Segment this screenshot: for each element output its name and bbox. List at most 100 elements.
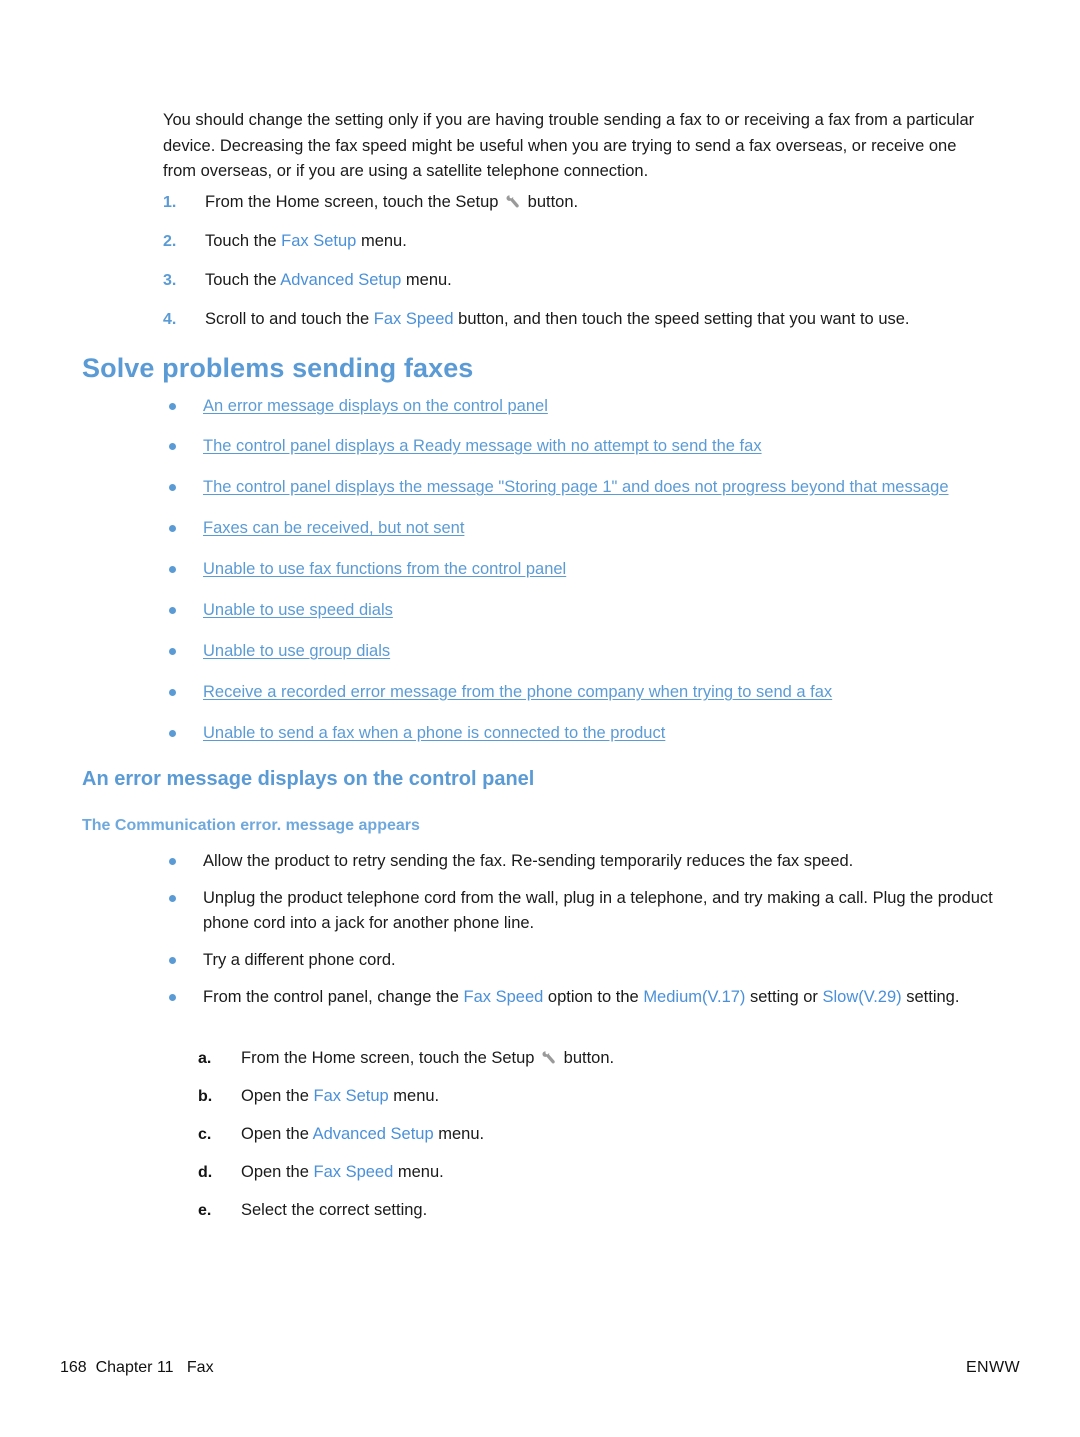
step-text-post: button, and then touch the speed setting… (453, 310, 910, 328)
substep-marker: a. (198, 1050, 212, 1067)
bullet-icon (169, 689, 176, 696)
ui-term-slow-v29: Slow(V.29) (822, 988, 902, 1006)
footer-locale-label: ENWW (965, 1359, 1020, 1376)
substep-marker: c. (198, 1126, 212, 1143)
top-numbered-list: 1. From the Home screen, touch the Setup… (163, 190, 993, 332)
bullet-icon (169, 648, 176, 655)
substep-b: b. Open the Fax Setup menu. (198, 1084, 993, 1109)
step-1: 1. From the Home screen, touch the Setup… (163, 190, 993, 215)
remedy-text-pre: From the control panel, change the (203, 988, 464, 1006)
step-marker: 2. (163, 233, 177, 250)
list-item: Unplug the product telephone cord from t… (163, 886, 993, 936)
step-marker: 4. (163, 311, 177, 328)
footer-chapter-label: 168 Chapter 11 Fax (60, 1359, 214, 1376)
list-item: Unable to use speed dials (163, 598, 993, 623)
ui-term-fax-speed: Fax Speed (463, 988, 544, 1006)
step-2: 2. Touch the Fax Setup menu. (163, 229, 993, 254)
bullet-icon (169, 566, 176, 573)
bullet-icon (169, 957, 176, 964)
substep-text-post: button. (559, 1049, 615, 1067)
step-marker: 1. (163, 194, 177, 211)
intro-paragraph: You should change the setting only if yo… (163, 111, 975, 180)
xref-link[interactable]: Unable to use fax functions from the con… (203, 560, 566, 578)
substep-text-pre: Open the (241, 1125, 313, 1143)
list-item: From the control panel, change the Fax S… (163, 985, 993, 1010)
subsection-heading: The Communication error. message appears (82, 817, 420, 834)
substep-text-pre: Open the (241, 1163, 314, 1181)
bullet-icon (169, 525, 176, 532)
bullet-icon (169, 484, 176, 491)
bullet-icon (169, 895, 176, 902)
step-3: 3. Touch the Advanced Setup menu. (163, 268, 993, 293)
page-footer: 168 Chapter 11 Fax ENWW (60, 1359, 1020, 1381)
step-text-pre: From the Home screen, touch the Setup (205, 193, 504, 211)
remedy-text: Unplug the product telephone cord from t… (203, 889, 993, 932)
xref-link[interactable]: The control panel displays the message "… (203, 478, 949, 496)
lettered-list: a. From the Home screen, touch the Setup… (198, 1046, 993, 1223)
remedy-text-mid2: setting or (745, 988, 823, 1006)
ui-term-advanced-setup: Advanced Setup (280, 271, 402, 289)
substep-marker: d. (198, 1164, 213, 1181)
list-item: The control panel displays a Ready messa… (163, 434, 993, 459)
step-text-post: menu. (401, 271, 452, 289)
substep-marker: e. (198, 1202, 212, 1219)
cross-reference-list-block: An error message displays on the control… (163, 394, 993, 762)
step-4: 4. Scroll to and touch the Fax Speed but… (163, 307, 993, 332)
list-item: Unable to use fax functions from the con… (163, 557, 993, 582)
bullet-icon (169, 730, 176, 737)
step-text-pre: Touch the (205, 271, 281, 289)
cross-reference-list: An error message displays on the control… (163, 394, 993, 746)
document-page: You should change the setting only if yo… (0, 0, 1080, 1437)
substep-a: a. From the Home screen, touch the Setup… (198, 1046, 993, 1071)
bullet-icon (169, 994, 176, 1001)
section-heading: An error message displays on the control… (82, 768, 535, 790)
ui-term-fax-setup: Fax Setup (313, 1087, 389, 1105)
bullet-icon (169, 443, 176, 450)
xref-link[interactable]: An error message displays on the control… (203, 397, 548, 415)
remedy-text: Allow the product to retry sending the f… (203, 852, 854, 870)
substep-text-pre: From the Home screen, touch the Setup (241, 1049, 540, 1067)
bullet-icon (169, 858, 176, 865)
wrench-icon (541, 1049, 557, 1065)
sub-steps-block: a. From the Home screen, touch the Setup… (198, 1046, 993, 1236)
substep-marker: b. (198, 1088, 213, 1105)
xref-link[interactable]: The control panel displays a Ready messa… (203, 437, 762, 455)
substep-e: e. Select the correct setting. (198, 1198, 993, 1223)
list-item: Allow the product to retry sending the f… (163, 849, 993, 874)
step-text-pre: Scroll to and touch the (205, 310, 374, 328)
step-text-post: menu. (356, 232, 407, 250)
xref-link[interactable]: Receive a recorded error message from th… (203, 683, 832, 701)
xref-link[interactable]: Unable to use group dials (203, 642, 390, 660)
step-text-post: button. (523, 193, 579, 211)
remedy-list: Allow the product to retry sending the f… (163, 849, 993, 1010)
remedy-text-post: setting. (901, 988, 960, 1006)
substep-text-post: menu. (388, 1087, 440, 1105)
list-item: Receive a recorded error message from th… (163, 680, 993, 705)
xref-link[interactable]: Unable to send a fax when a phone is con… (203, 724, 665, 742)
list-item: Try a different phone cord. (163, 948, 993, 973)
ui-term-fax-speed: Fax Speed (373, 310, 454, 328)
substep-text-pre: Open the (241, 1087, 314, 1105)
page-title: Solve problems sending faxes (82, 353, 474, 383)
list-item: Unable to use group dials (163, 639, 993, 664)
bullet-icon (169, 403, 176, 410)
ui-term-fax-setup: Fax Setup (281, 232, 357, 250)
xref-link[interactable]: Faxes can be received, but not sent (203, 519, 464, 537)
ui-term-advanced-setup: Advanced Setup (312, 1125, 434, 1143)
substep-c: c. Open the Advanced Setup menu. (198, 1122, 993, 1147)
step-text-pre: Touch the (205, 232, 282, 250)
list-item: Faxes can be received, but not sent (163, 516, 993, 541)
substep-text-post: menu. (433, 1125, 485, 1143)
substep-text-pre: Select the correct setting. (241, 1201, 428, 1219)
remedy-list-block: Allow the product to retry sending the f… (163, 849, 993, 1016)
ui-term-medium-v17: Medium(V.17) (643, 988, 746, 1006)
step-marker: 3. (163, 272, 177, 289)
intro-paragraph-block: You should change the setting only if yo… (163, 108, 993, 185)
substep-text-post: menu. (393, 1163, 444, 1181)
bullet-icon (169, 607, 176, 614)
substep-d: d. Open the Fax Speed menu. (198, 1160, 993, 1185)
top-steps-block: 1. From the Home screen, touch the Setup… (163, 190, 993, 346)
xref-link[interactable]: Unable to use speed dials (203, 601, 393, 619)
list-item: The control panel displays the message "… (163, 475, 993, 500)
list-item: An error message displays on the control… (163, 394, 993, 419)
